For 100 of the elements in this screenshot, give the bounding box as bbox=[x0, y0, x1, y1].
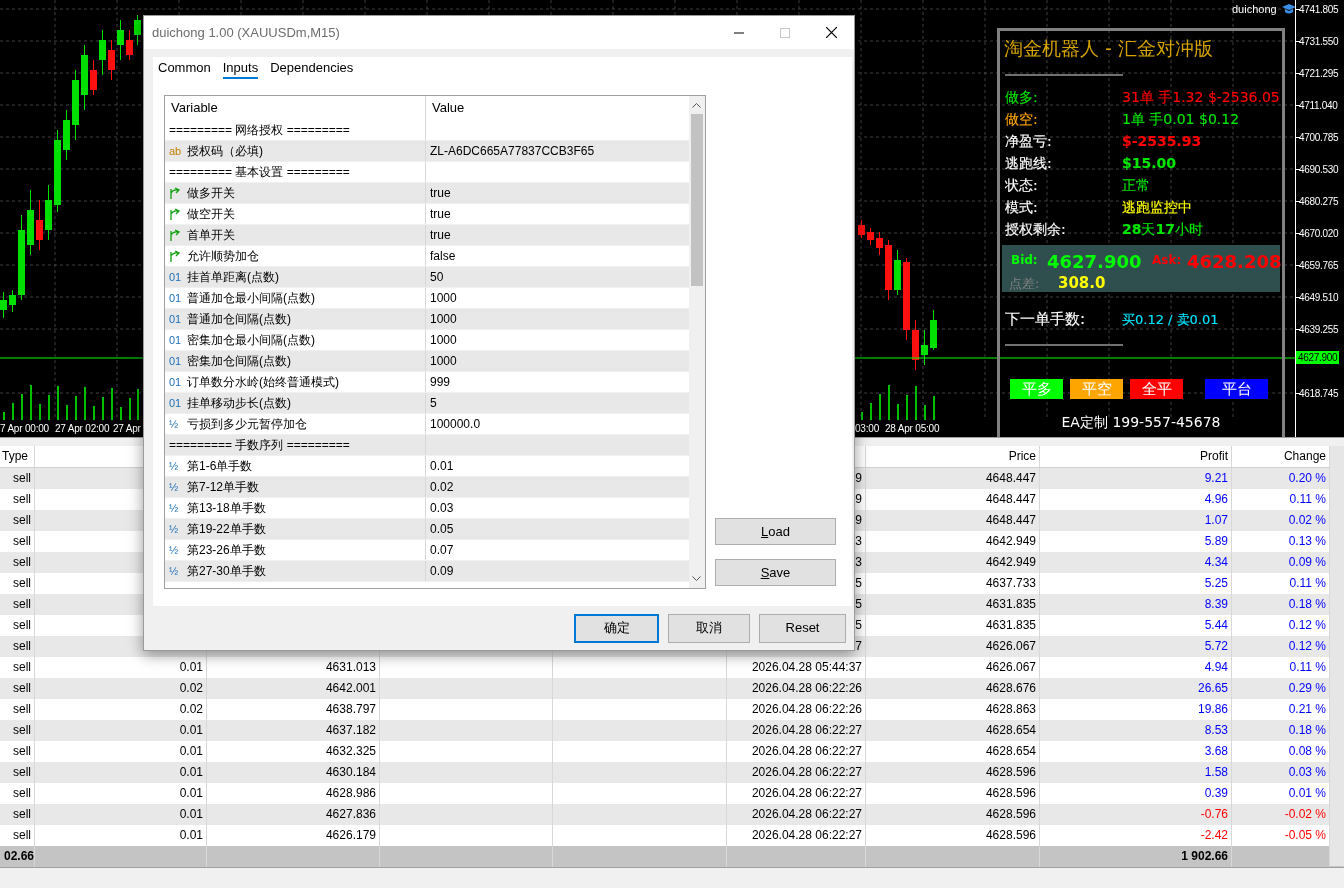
scroll-up-icon bbox=[692, 102, 701, 108]
table-cell: 4648.447 bbox=[866, 510, 1040, 531]
parameter-value: true bbox=[430, 227, 451, 244]
axis-label: 4670.020 bbox=[1299, 227, 1339, 240]
candlestick bbox=[108, 39, 115, 81]
parameter-name: 允许顺势加仓 bbox=[187, 248, 259, 265]
tab[interactable]: Dependencies bbox=[270, 59, 354, 79]
panel-label: 净盈亏: bbox=[1004, 131, 1053, 151]
section-title: ========= 网络授权 ========= bbox=[169, 122, 350, 139]
dialog-button[interactable]: Load bbox=[715, 518, 836, 545]
dialog-button[interactable]: 取消 bbox=[668, 613, 750, 643]
table-cell: sell bbox=[0, 468, 35, 489]
parameter-value: true bbox=[430, 206, 451, 223]
type-icon: 01 bbox=[169, 289, 187, 307]
quote-label: 点差: bbox=[1009, 275, 1040, 293]
table-cell: 4628.654 bbox=[866, 720, 1040, 741]
table-cell: 2026.04.28 06:22:27 bbox=[727, 762, 866, 783]
parameter-name: 做多开关 bbox=[187, 185, 235, 202]
table-cell: sell bbox=[0, 594, 35, 615]
axis-label: 27 Apr 02:00 bbox=[55, 422, 110, 436]
section-title: ========= 手数序列 ========= bbox=[169, 437, 350, 454]
parameter-value: 1000 bbox=[430, 353, 457, 370]
panel-button[interactable]: 平台 bbox=[1205, 378, 1268, 399]
scroll-down-icon bbox=[692, 576, 701, 582]
parameter-name: 第7-12单手数 bbox=[187, 479, 260, 496]
type-icon: ½ bbox=[169, 457, 187, 475]
parameter-value: 0.09 bbox=[430, 563, 454, 580]
panel-label: 逃跑线: bbox=[1004, 153, 1053, 173]
dialog-button[interactable]: Reset bbox=[759, 613, 846, 643]
candlestick bbox=[930, 309, 937, 351]
panel-value: $15.00 bbox=[1122, 153, 1178, 173]
parameter-name: 密集加仓间隔(点数) bbox=[187, 353, 291, 370]
type-icon: 01 bbox=[169, 268, 187, 286]
scrollbar[interactable] bbox=[689, 96, 705, 588]
type-icon: ½ bbox=[169, 499, 187, 517]
tab[interactable]: Inputs bbox=[222, 59, 259, 79]
table-cell: 2026.04.28 06:22:27 bbox=[727, 804, 866, 825]
axis-label: 4731.550 bbox=[1299, 35, 1339, 48]
parameter-value: true bbox=[430, 185, 451, 202]
tab[interactable]: Common bbox=[158, 59, 211, 79]
table-cell: 26.65 bbox=[1040, 678, 1232, 699]
type-icon: ab bbox=[169, 142, 187, 160]
axis-label: 03:00 bbox=[855, 422, 880, 436]
parameter-value: 100000.0 bbox=[430, 416, 481, 433]
candlestick bbox=[36, 199, 43, 251]
table-cell: 1.07 bbox=[1040, 510, 1232, 531]
parameter-value: 1000 bbox=[430, 290, 457, 307]
column-header[interactable]: Price bbox=[866, 446, 1040, 467]
table-cell: 4631.835 bbox=[866, 594, 1040, 615]
table-cell: 4628.596 bbox=[866, 804, 1040, 825]
type-icon: ½ bbox=[169, 478, 187, 496]
type-icon: ½ bbox=[169, 541, 187, 559]
candlestick bbox=[867, 227, 874, 246]
type-icon: ½ bbox=[169, 520, 187, 538]
contact-text: EA定制 199-557-45678 bbox=[1060, 412, 1222, 432]
table-cell: 4642.949 bbox=[866, 552, 1040, 573]
table-cell: sell bbox=[0, 804, 35, 825]
axis-label: 27 Apr bbox=[113, 422, 141, 436]
table-cell: 1.58 bbox=[1040, 762, 1232, 783]
candlestick bbox=[90, 59, 97, 96]
candlestick bbox=[0, 291, 7, 319]
maximize-icon bbox=[780, 27, 790, 38]
table-cell: 0.01 bbox=[35, 720, 207, 741]
parameter-value: 0.02 bbox=[430, 479, 454, 496]
table-cell: sell bbox=[0, 720, 35, 741]
candlestick bbox=[921, 329, 928, 366]
scrollbar[interactable] bbox=[1330, 446, 1344, 866]
table-cell: 4642.001 bbox=[207, 678, 380, 699]
window-title: duichong 1.00 (XAUUSDm,M15) bbox=[151, 23, 341, 42]
panel-label: 授权剩余: bbox=[1004, 219, 1067, 239]
table-cell: sell bbox=[0, 636, 35, 657]
table-cell: -0.76 bbox=[1040, 804, 1232, 825]
dialog-button[interactable]: Save bbox=[715, 559, 836, 586]
panel-label: 下一单手数: bbox=[1004, 309, 1087, 330]
column-header[interactable]: Variable bbox=[165, 96, 426, 120]
candlestick bbox=[63, 109, 70, 161]
quote-value: 4627.900 bbox=[1047, 250, 1142, 274]
candlestick bbox=[45, 184, 52, 241]
parameter-value: 0.07 bbox=[430, 542, 454, 559]
table-cell: 4637.182 bbox=[207, 720, 380, 741]
type-icon: ½ bbox=[169, 562, 187, 580]
column-header[interactable]: Type bbox=[0, 446, 35, 467]
dialog-button[interactable]: 确定 bbox=[574, 613, 659, 643]
parameter-name: 密集加仓最小间隔(点数) bbox=[187, 332, 315, 349]
type-icon: 01 bbox=[169, 373, 187, 391]
column-header[interactable]: Profit bbox=[1040, 446, 1232, 467]
table-cell: 5.72 bbox=[1040, 636, 1232, 657]
table-cell: 8.53 bbox=[1040, 720, 1232, 741]
type-icon: 01 bbox=[169, 331, 187, 349]
table-cell: 0.02 bbox=[35, 678, 207, 699]
parameter-name: 挂首单距离(点数) bbox=[187, 269, 279, 286]
candlestick bbox=[885, 239, 892, 301]
panel-value: 31单 手1.32 $-2536.05 bbox=[1122, 87, 1280, 107]
table-cell: sell bbox=[0, 552, 35, 573]
parameter-value: 50 bbox=[430, 269, 444, 286]
panel-button[interactable]: 全平 bbox=[1130, 378, 1183, 399]
parameter-value: 1000 bbox=[430, 332, 457, 349]
column-header[interactable]: Value bbox=[426, 96, 689, 120]
axis-label: 4659.765 bbox=[1299, 259, 1339, 272]
axis-label: 4639.255 bbox=[1299, 323, 1339, 336]
